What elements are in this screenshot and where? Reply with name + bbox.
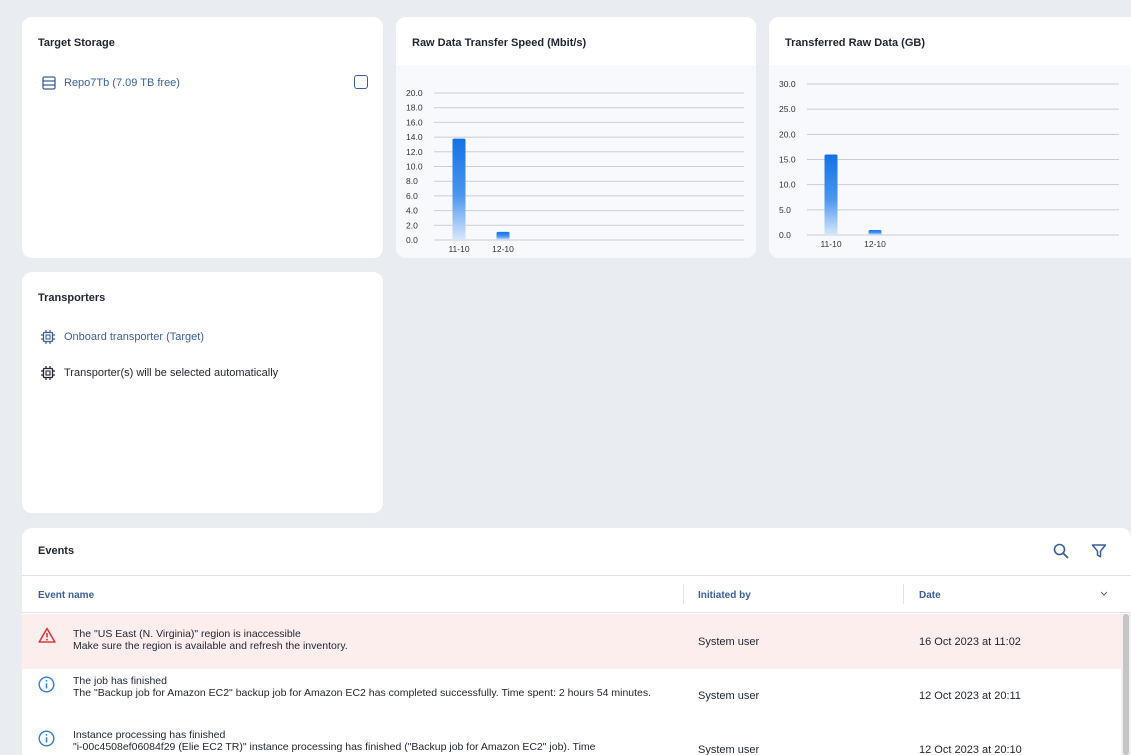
warning-icon (38, 627, 56, 643)
filter-icon[interactable] (1091, 543, 1107, 559)
y-tick-label: 10.0 (779, 180, 796, 190)
transporter-label[interactable]: Onboard transporter (Target) (64, 331, 204, 343)
x-tick-label: 12-10 (864, 239, 886, 249)
storage-item[interactable]: Repo7Tb (7.09 TB free) (42, 76, 180, 90)
chip-icon (41, 330, 55, 344)
y-tick-label: 14.0 (406, 132, 423, 142)
column-event-name[interactable]: Event name (38, 590, 94, 601)
transporter-item-auto: Transporter(s) will be selected automati… (40, 365, 278, 381)
event-initiated-by: System user (698, 744, 760, 755)
event-title: Instance processing has finished (73, 729, 226, 741)
table-row[interactable]: Instance processing has finished "i-00c4… (22, 723, 1121, 755)
data-chart-card: Transferred Raw Data (GB) 30.0 25.0 20.0 15… (769, 17, 1131, 258)
y-tick-label: 0.0 (779, 230, 791, 240)
y-tick-label: 25.0 (779, 104, 796, 114)
speed-chart-card: Raw Data Transfer Speed (Mbit/s) 20.0 18.… (396, 17, 756, 258)
y-tick-label: 0.0 (406, 235, 418, 245)
y-tick-label: 2.0 (406, 220, 418, 230)
y-tick-label: 6.0 (406, 191, 418, 201)
y-tick-label: 18.0 (406, 103, 423, 113)
chevron-down-icon[interactable] (1100, 591, 1108, 597)
speed-chart: 20.0 18.0 16.0 14.0 12.0 10.0 8.0 6.0 4.0 2.0 0.0 1… (406, 88, 744, 254)
chip-icon (41, 366, 55, 380)
target-storage-title: Target Storage (38, 37, 115, 49)
target-storage-card: Target Storage Repo7Tb (7.09 TB free) (22, 17, 383, 258)
info-icon (38, 730, 55, 747)
event-text: The job has finished The "Backup job for… (73, 675, 683, 699)
chart-bar[interactable] (496, 231, 510, 240)
y-tick-label: 10.0 (406, 162, 423, 172)
y-tick-label: 20.0 (779, 129, 796, 139)
transporters-title: Transporters (38, 292, 106, 304)
event-date: 16 Oct 2023 at 11:02 (919, 636, 1021, 648)
y-tick-label: 5.0 (779, 205, 791, 215)
column-divider (683, 584, 684, 604)
table-row[interactable]: The "US East (N. Virginia)" region is in… (22, 614, 1121, 669)
event-date: 12 Oct 2023 at 20:10 (919, 744, 1022, 755)
event-text: Instance processing has finished "i-00c4… (73, 729, 683, 753)
search-icon[interactable] (1053, 543, 1069, 559)
transporter-label: Transporter(s) will be selected automati… (64, 367, 279, 379)
events-title: Events (38, 545, 75, 557)
transporters-card: Transporters Onboard transporter (Target… (22, 272, 383, 513)
column-divider (903, 584, 904, 604)
event-date: 12 Oct 2023 at 20:11 (919, 690, 1021, 702)
storage-icon (42, 76, 56, 90)
x-tick-label: 11-10 (448, 244, 469, 254)
storage-checkbox[interactable] (354, 75, 368, 89)
info-icon (38, 676, 55, 693)
chart-bar[interactable] (824, 154, 838, 235)
table-row[interactable]: The job has finished The "Backup job for… (22, 669, 1121, 723)
event-initiated-by: System user (698, 636, 760, 648)
column-initiated-by[interactable]: Initiated by (698, 590, 751, 601)
event-title: The "US East (N. Virginia)" region is in… (73, 628, 301, 640)
events-table-header: Event name Initiated by Date (22, 575, 1131, 613)
speed-chart-title: Raw Data Transfer Speed (Mbit/s) (412, 37, 587, 49)
chart-bar[interactable] (868, 229, 882, 235)
event-detail: The "Backup job for Amazon EC2" backup j… (73, 687, 652, 699)
event-detail: Make sure the region is available and re… (73, 640, 348, 652)
column-date[interactable]: Date (919, 590, 941, 601)
event-detail: "i-00c4508ef06084f29 (Elie EC2 TR)" inst… (73, 741, 596, 753)
chart-bar[interactable] (452, 138, 466, 240)
y-tick-label: 16.0 (406, 117, 423, 127)
events-scrollbar[interactable] (1121, 614, 1131, 755)
scrollbar-thumb[interactable] (1123, 614, 1129, 755)
y-tick-label: 12.0 (406, 147, 423, 157)
events-panel: Events Event name Initiated by Date The … (22, 528, 1131, 755)
x-tick-label: 12-10 (492, 244, 514, 254)
data-chart: 30.0 25.0 20.0 15.0 10.0 5.0 0.0 11-10 12-10 (779, 79, 1119, 249)
x-tick-label: 11-10 (820, 239, 841, 249)
y-tick-label: 15.0 (779, 155, 796, 165)
y-tick-label: 20.0 (406, 88, 423, 98)
storage-item-label[interactable]: Repo7Tb (7.09 TB free) (64, 77, 180, 89)
event-initiated-by: System user (698, 690, 760, 702)
event-text: The "US East (N. Virginia)" region is in… (73, 628, 683, 652)
y-tick-label: 4.0 (406, 206, 418, 216)
transporter-item-onboard[interactable]: Onboard transporter (Target) (40, 329, 204, 345)
y-tick-label: 8.0 (406, 176, 418, 186)
data-chart-title: Transferred Raw Data (GB) (785, 37, 925, 49)
y-tick-label: 30.0 (779, 79, 796, 89)
event-title: The job has finished (73, 675, 167, 687)
